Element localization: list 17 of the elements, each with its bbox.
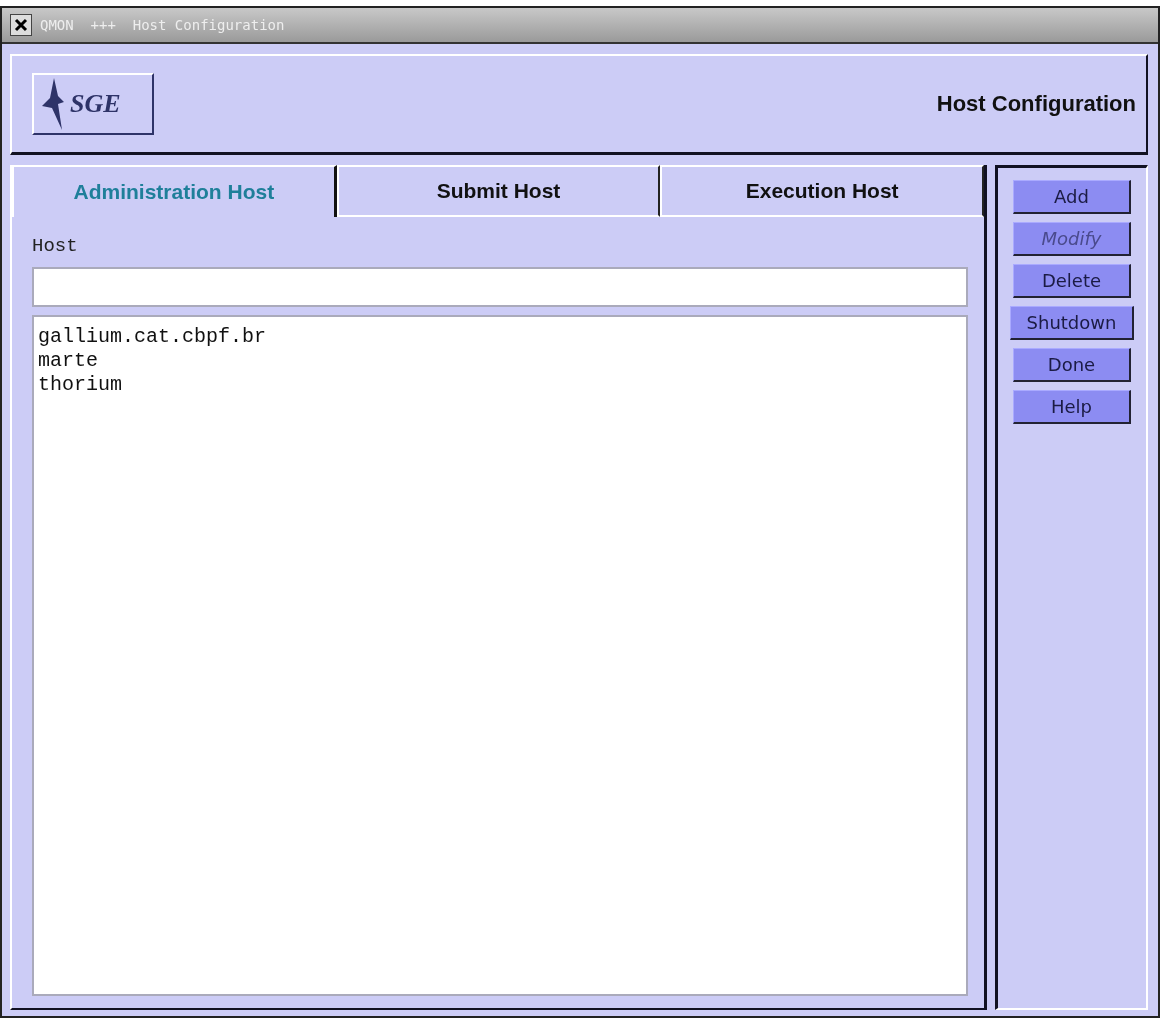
action-button[interactable]: Delete xyxy=(1013,264,1131,298)
tab[interactable]: Submit Host xyxy=(336,165,661,217)
host-list-item[interactable]: gallium.cat.cbpf.br xyxy=(34,325,966,349)
dialog-title: Host Configuration xyxy=(936,91,1136,117)
window-title: QMON +++ Host Configuration xyxy=(40,17,285,33)
logo-text: SGE xyxy=(70,89,121,119)
host-list-item[interactable]: marte xyxy=(34,349,966,373)
action-button[interactable]: Shutdown xyxy=(1010,306,1134,340)
host-input-field[interactable] xyxy=(32,267,968,307)
action-button[interactable]: Done xyxy=(1013,348,1131,382)
host-list-item[interactable]: thorium xyxy=(34,373,966,397)
action-button[interactable]: Add xyxy=(1013,180,1131,214)
action-button[interactable]: Help xyxy=(1013,390,1131,424)
tab[interactable]: Execution Host xyxy=(660,165,984,217)
host-label: Host xyxy=(32,235,79,257)
close-icon[interactable] xyxy=(10,14,32,36)
tab[interactable]: Administration Host xyxy=(12,165,337,217)
